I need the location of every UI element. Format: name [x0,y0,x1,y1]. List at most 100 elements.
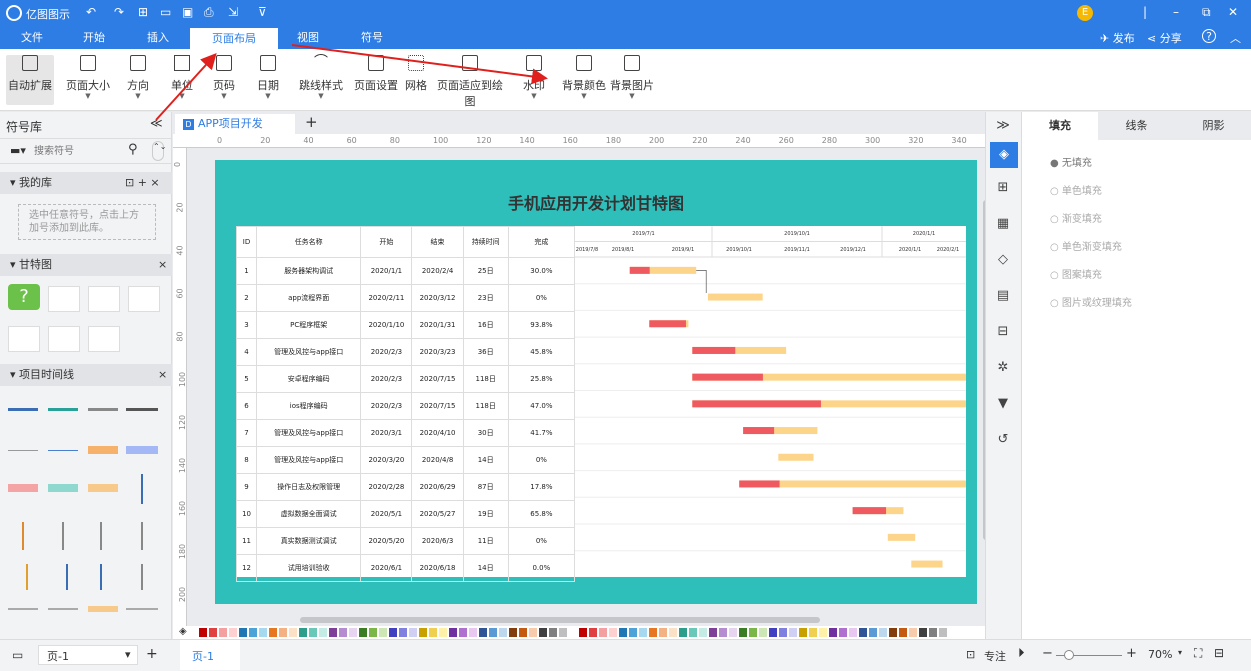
timeline-symbol[interactable] [88,606,118,612]
color-swatch[interactable] [489,628,497,637]
page-tab[interactable]: 页-1 [180,640,240,670]
page-select[interactable]: 页-1 ▾ [38,645,138,665]
solid-fill-option[interactable]: ○ 单色填充 [1050,182,1102,197]
table-row[interactable]: 6 ios程序编码 2020/2/3 2020/7/15 118日 47.0% [235,392,576,420]
color-swatch[interactable] [629,628,637,637]
color-swatch[interactable] [499,628,507,637]
symbol-search-input[interactable] [34,142,124,160]
table-row[interactable]: 11 真实数据测试调试 2020/5/20 2020/6/3 11日 0% [235,527,576,555]
color-swatch[interactable] [739,628,747,637]
watermark-button[interactable]: 水印 ▼ [518,55,550,105]
my-library-actions-icon[interactable]: ⊡ + × [125,172,160,194]
layout-icon[interactable]: ⊞ [994,180,1012,198]
timeline-symbol[interactable] [88,446,118,454]
page-view-icon[interactable]: ▭ [12,648,23,662]
restore-icon[interactable]: ⧉ [1202,5,1211,20]
close-icon[interactable]: ✕ [1228,5,1238,19]
color-swatch[interactable] [699,628,707,637]
timeline-symbol[interactable] [8,408,38,411]
color-swatch[interactable] [749,628,757,637]
gantt-symbol[interactable] [48,326,80,352]
color-swatch[interactable] [589,628,597,637]
color-swatch[interactable] [839,628,847,637]
color-swatch[interactable] [429,628,437,637]
timeline-section[interactable]: ▾ 项目时间线 × [0,364,172,386]
tab-view[interactable]: 视图 [288,27,328,49]
customize-icon[interactable]: ⊽ [258,5,267,19]
color-swatch[interactable] [769,628,777,637]
color-swatch[interactable] [529,628,537,637]
color-swatch[interactable] [549,628,557,637]
fullscreen-icon[interactable]: ⛶ [1194,646,1202,661]
timeline-symbol[interactable] [88,408,118,411]
zoom-slider-handle[interactable] [1064,650,1074,660]
user-avatar[interactable]: E [1077,5,1093,21]
color-swatch[interactable] [459,628,467,637]
pattern-fill-option[interactable]: ○ 图案填充 [1050,266,1102,281]
color-swatch[interactable] [289,628,297,637]
color-swatch[interactable] [319,628,327,637]
gantt-help-symbol[interactable]: ? [8,284,40,310]
color-swatch[interactable] [639,628,647,637]
color-swatch[interactable] [219,628,227,637]
undo-icon[interactable]: ↶ [86,5,96,19]
color-swatch[interactable] [599,628,607,637]
single-gradient-fill-option[interactable]: ○ 单色渐变填充 [1050,238,1122,253]
gantt-symbol[interactable] [128,286,160,312]
table-row[interactable]: 9 操作日志及权限管理 2020/2/28 2020/6/29 87日 17.8% [235,473,576,501]
focus-label[interactable]: 专注 [984,648,1006,664]
color-swatch[interactable] [889,628,897,637]
tab-home[interactable]: 开始 [74,27,114,49]
timeline-symbol[interactable] [141,474,143,504]
color-swatch[interactable] [809,628,817,637]
no-fill-option[interactable]: ● 无填充 [1050,154,1092,169]
timeline-symbol[interactable] [8,450,38,451]
color-swatch[interactable] [949,628,957,637]
document-tab[interactable]: DAPP项目开发计...● [175,114,295,150]
color-swatch[interactable] [419,628,427,637]
gantt-symbol[interactable] [48,286,80,312]
table-row[interactable]: 2 app流程界面 2020/2/11 2020/3/12 23日 0% [235,284,576,312]
color-swatch[interactable] [919,628,927,637]
gantt-section[interactable]: ▾ 甘特图 × [0,254,172,276]
play-icon[interactable]: ⏵ [1018,646,1025,661]
color-swatch[interactable] [869,628,877,637]
orientation-button[interactable]: 方向 ▼ [118,55,158,105]
color-swatch[interactable] [929,628,937,637]
minimize-icon[interactable]: – [1173,5,1179,19]
color-swatch[interactable] [849,628,857,637]
collapse-ribbon-icon[interactable]: ︿ [1230,30,1241,46]
color-swatch[interactable] [349,628,357,637]
fit-width-icon[interactable]: ⊟ [1214,646,1224,660]
color-swatch[interactable] [909,628,917,637]
my-library-section[interactable]: ▾ 我的库 ⊡ + × [0,172,172,194]
color-swatch[interactable] [659,628,667,637]
timeline-symbol[interactable] [22,522,24,550]
color-swatch[interactable] [249,628,257,637]
color-swatch[interactable] [649,628,657,637]
timeline-symbol[interactable] [126,608,158,610]
color-swatch[interactable] [729,628,737,637]
timeline-symbol[interactable] [141,564,143,590]
color-swatch[interactable] [259,628,267,637]
search-scroll-icon[interactable]: ⌃⌄ [152,141,166,161]
close-icon[interactable]: × [158,254,167,276]
zoom-in-button[interactable]: + [1126,646,1137,661]
tab-symbol[interactable]: 符号 [352,27,392,49]
print-icon[interactable]: ⎙ [204,5,214,20]
table-row[interactable]: 1 服务器架构调试 2020/1/1 2020/2/4 25日 30.0% [235,257,576,285]
color-swatch[interactable] [479,628,487,637]
color-swatch[interactable] [669,628,677,637]
add-page-button[interactable]: + [146,646,158,662]
color-swatch[interactable] [229,628,237,637]
tab-fill[interactable]: 填充 [1022,112,1098,140]
color-swatch[interactable] [409,628,417,637]
gantt-title[interactable]: 手机应用开发计划甘特图 [215,190,977,214]
focus-icon[interactable]: ⊡ [966,648,975,661]
library-menu-icon[interactable]: ▬▾ [10,144,26,157]
gradient-fill-option[interactable]: ○ 渐变填充 [1050,210,1102,225]
page-size-button[interactable]: 页面大小 ▼ [64,55,112,105]
color-swatch[interactable] [329,628,337,637]
fill-icon[interactable]: ◈ [990,142,1018,168]
color-swatch[interactable] [269,628,277,637]
